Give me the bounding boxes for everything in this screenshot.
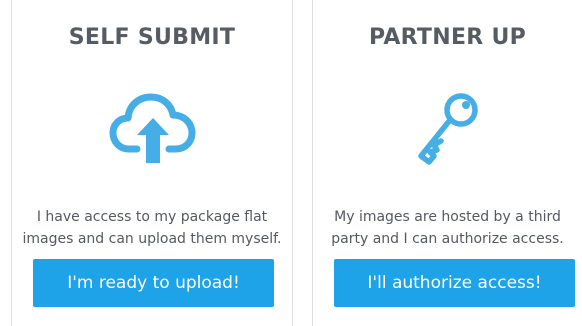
cloud-upload-icon [109,93,196,163]
self-submit-card: SELF SUBMIT I have access to my package … [11,0,293,326]
card-title: SELF SUBMIT [68,25,236,50]
card-description-line: My images are hosted by a third [334,209,561,225]
key-icon [417,93,478,165]
card-description-line: images and can upload them myself. [22,231,282,247]
partner-up-card: PARTNER UP My images are hosted by a thi… [312,0,582,326]
submission-options: SELF SUBMIT I have access to my package … [0,0,582,326]
card-description: My images are hosted by a third party an… [313,206,582,250]
card-description: I have access to my package flat images … [12,206,292,250]
card-description-line: party and I can authorize access. [331,231,564,247]
card-description-line: I have access to my package flat [36,209,268,225]
ready-to-upload-button[interactable]: I'm ready to upload! [33,259,274,307]
card-title: PARTNER UP [368,25,527,50]
authorize-access-button[interactable]: I'll authorize access! [334,259,575,307]
